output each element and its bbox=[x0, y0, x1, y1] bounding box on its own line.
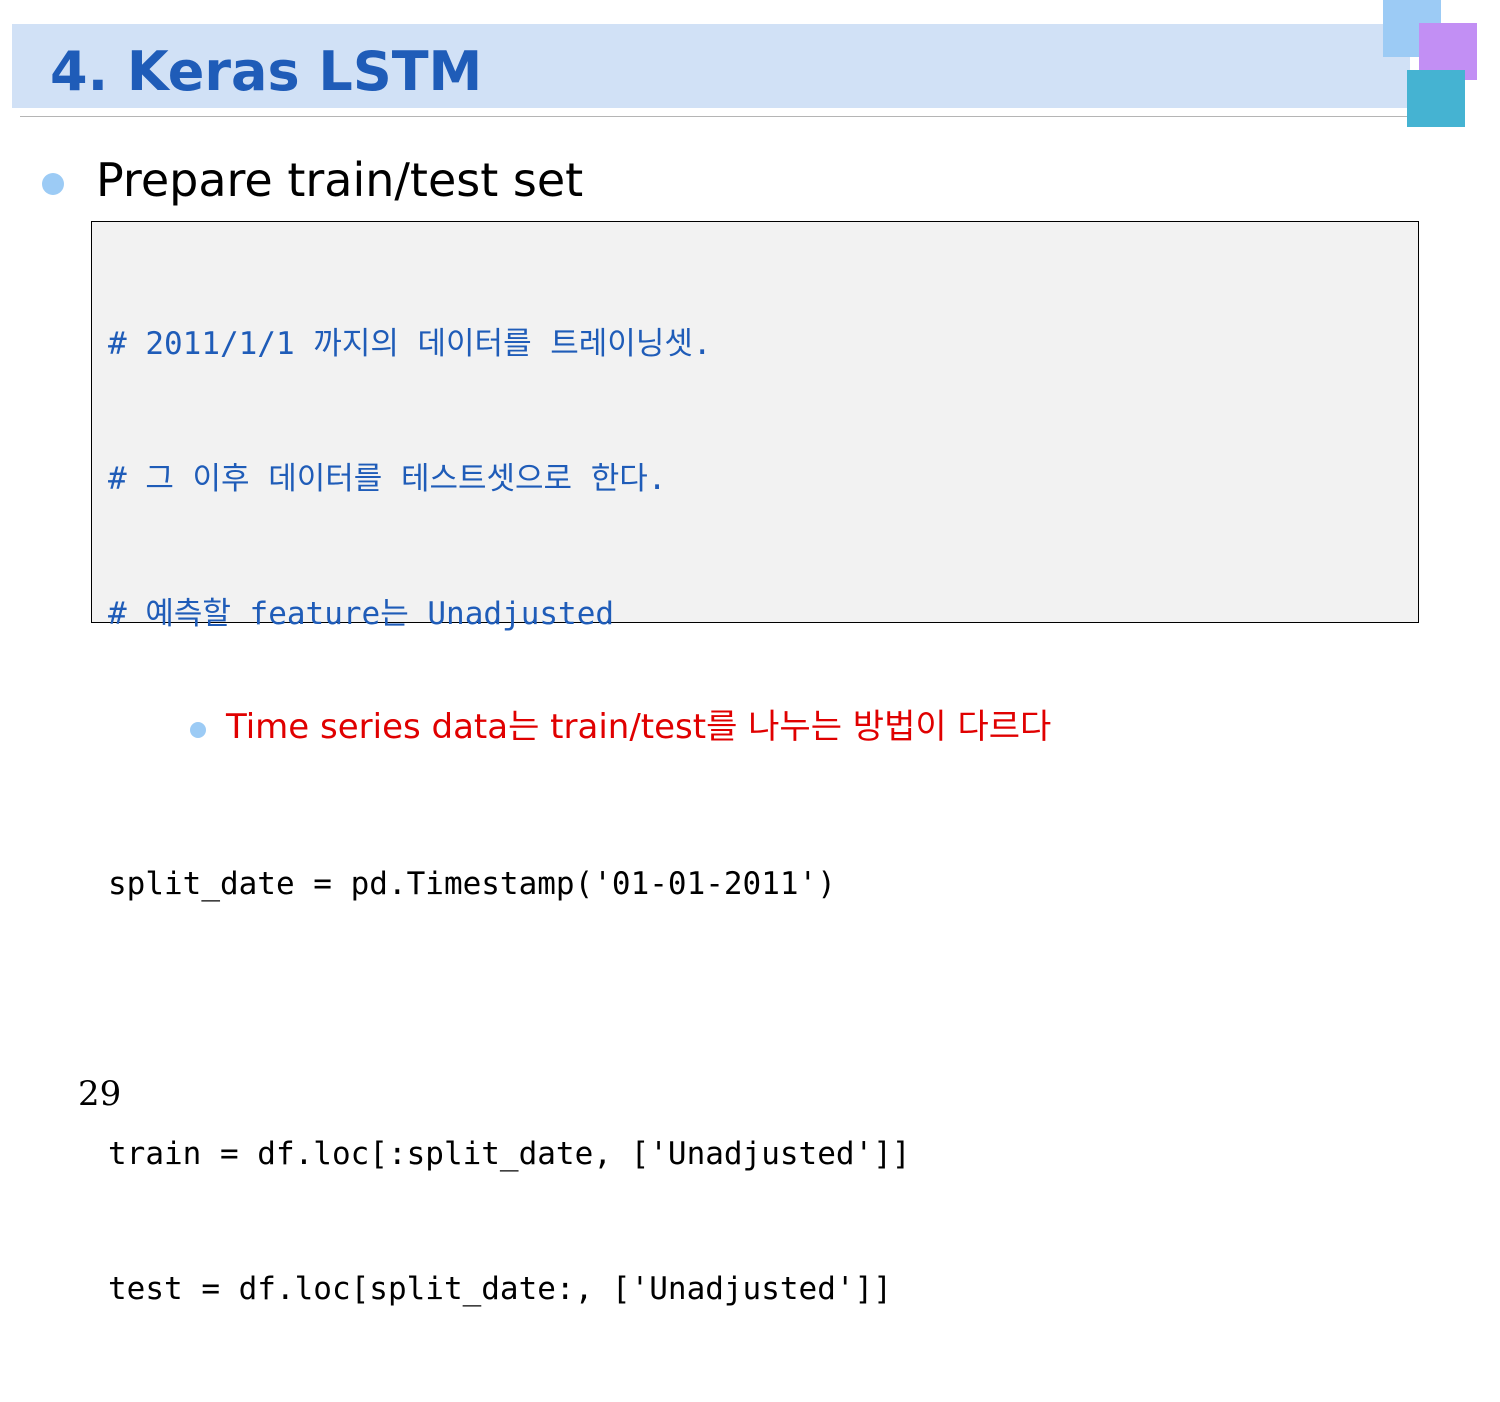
code-comment-line: # 2011/1/1 까지의 데이터를 트레이닝셋. bbox=[108, 326, 712, 362]
code-line: train = df.loc[:split_date, ['Unadjusted… bbox=[108, 1136, 911, 1172]
code-content: # 2011/1/1 까지의 데이터를 트레이닝셋. # 그 이후 데이터를 테… bbox=[108, 232, 911, 1402]
bullet-dot-icon bbox=[42, 173, 64, 195]
slide-title: 4. Keras LSTM bbox=[50, 40, 483, 103]
decorative-square-teal bbox=[1407, 70, 1465, 127]
highlight-note: Time series data는 train/test를 나누는 방법이 다르… bbox=[226, 707, 1052, 747]
title-divider bbox=[20, 116, 1410, 117]
page-number: 29 bbox=[78, 1074, 122, 1114]
code-line: test = df.loc[split_date:, ['Unadjusted'… bbox=[108, 1271, 892, 1307]
code-block: # 2011/1/1 까지의 데이터를 트레이닝셋. # 그 이후 데이터를 테… bbox=[91, 221, 1419, 1307]
section-heading: Prepare train/test set bbox=[96, 153, 584, 207]
code-comment-line: # 예측할 feature는 Unadjusted bbox=[108, 596, 615, 632]
code-comment-line: # 그 이후 데이터를 테스트셋으로 한다. bbox=[108, 461, 667, 497]
code-line: split_date = pd.Timestamp('01-01-2011') bbox=[108, 866, 836, 902]
sub-bullet-dot-icon bbox=[190, 722, 206, 738]
